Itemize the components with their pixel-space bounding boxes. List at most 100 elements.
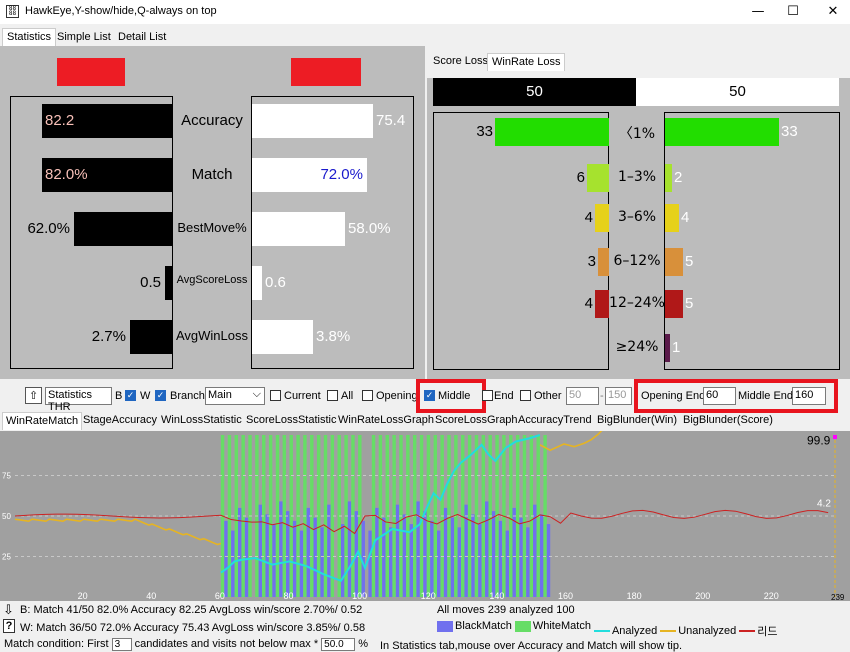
black-loss-count-4: 4 bbox=[584, 295, 593, 312]
legend-item-2: Analyzed bbox=[593, 624, 658, 637]
match-bar-111 bbox=[395, 504, 400, 597]
opening-checkbox[interactable] bbox=[362, 389, 373, 401]
white-loss-count-2: 4 bbox=[681, 209, 690, 226]
match-bar-155 bbox=[546, 524, 551, 597]
chart-tab-0[interactable]: WinRateMatch bbox=[2, 412, 83, 430]
match-bar-139 bbox=[491, 511, 496, 597]
x-tick-60: 60 bbox=[215, 591, 225, 601]
legend-swatch-4 bbox=[739, 629, 756, 632]
black-value-1: 82.0% bbox=[45, 166, 88, 183]
opening-end-field[interactable]: 60 bbox=[703, 387, 736, 405]
middle-checkbox[interactable]: ✓ bbox=[424, 389, 435, 401]
metric-label-2: BestMove% bbox=[177, 220, 247, 235]
match-bar-153 bbox=[539, 514, 544, 597]
chart-tab-1[interactable]: StageAccuracy bbox=[80, 412, 160, 430]
black-summary: B: Match 41/50 82.0% Accuracy 82.25 AvgL… bbox=[20, 604, 363, 616]
black-bar-4 bbox=[130, 320, 173, 354]
match-bar-107 bbox=[382, 517, 386, 597]
chart-tab-2[interactable]: WinLossStatistic bbox=[158, 412, 245, 430]
match-condition: Match condition: First 3 candidates and … bbox=[4, 638, 368, 651]
white-bar-0 bbox=[252, 104, 373, 138]
y-tick-50: 50 bbox=[2, 512, 11, 521]
loss-range-label-2: 3–6% bbox=[617, 209, 657, 225]
x-tick-80: 80 bbox=[283, 591, 293, 601]
match-bar-135 bbox=[478, 524, 482, 597]
other-from-field[interactable]: 50 bbox=[566, 387, 599, 405]
black-loss-bar-4 bbox=[595, 290, 609, 318]
chart-tab-4[interactable]: WinRateLossGraph bbox=[335, 412, 437, 430]
legend-item-1: WhiteMatch bbox=[514, 620, 591, 632]
end-checkbox[interactable] bbox=[482, 389, 493, 401]
match-bar-149 bbox=[526, 527, 530, 597]
last-lead-value: 4.2 bbox=[817, 498, 831, 509]
match-bar-113 bbox=[402, 514, 407, 597]
black-loss-bar-2 bbox=[595, 204, 609, 232]
white-loss-count-4: 5 bbox=[685, 295, 694, 312]
white-loss-bar-1 bbox=[665, 164, 672, 192]
white-loss-column bbox=[664, 112, 840, 370]
white-bar-3 bbox=[252, 266, 262, 300]
white-loss-bar-4 bbox=[665, 290, 683, 318]
up-arrow-icon[interactable]: ⇧ bbox=[25, 387, 42, 404]
tab-simple-list[interactable]: Simple List bbox=[52, 28, 116, 46]
legend-item-0: BlackMatch bbox=[437, 620, 512, 632]
white-summary: W: Match 36/50 72.0% Accuracy 75.43 AvgL… bbox=[20, 622, 366, 634]
x-tick-220: 220 bbox=[764, 591, 779, 601]
current-label: Current bbox=[284, 390, 321, 402]
visits-label: candidates and visits not below max * bbox=[134, 638, 319, 650]
other-checkbox[interactable] bbox=[520, 389, 531, 401]
white-total: 50 bbox=[636, 78, 839, 106]
match-bar-61 bbox=[224, 520, 228, 597]
opening-end-label: Opening End bbox=[641, 390, 706, 402]
tab-score-loss[interactable]: Score Loss bbox=[429, 53, 492, 71]
legend-label-2: Analyzed bbox=[611, 624, 658, 637]
percent-label: % bbox=[358, 638, 369, 650]
match-bar-129 bbox=[457, 527, 462, 597]
help-icon[interactable]: ? bbox=[3, 619, 15, 633]
candidates-field[interactable]: 3 bbox=[111, 638, 132, 651]
match-bar-95 bbox=[340, 524, 345, 597]
tab-winrate-loss[interactable]: WinRate Loss bbox=[487, 53, 566, 71]
chart-tab-3[interactable]: ScoreLossStatistic bbox=[243, 412, 339, 430]
visits-percent-field[interactable]: 50.0 bbox=[321, 638, 356, 651]
x-tick-20: 20 bbox=[78, 591, 88, 601]
legend-item-3: Unanalyzed bbox=[660, 625, 736, 637]
chart-tab-5[interactable]: ScoreLossGraph bbox=[432, 412, 521, 430]
black-total: 50 bbox=[433, 78, 636, 106]
white-value-4: 3.8% bbox=[316, 328, 351, 345]
metric-label-3: AvgScoreLoss bbox=[176, 274, 248, 286]
b-checkbox[interactable]: ✓ bbox=[125, 389, 136, 401]
down-arrow-icon[interactable]: ⇩ bbox=[3, 603, 14, 618]
w-label: W bbox=[140, 390, 151, 402]
statistics-thr-field[interactable]: Statistics THR bbox=[45, 387, 112, 413]
black-loss-bar-1 bbox=[587, 164, 609, 192]
w-checkbox[interactable]: ✓ bbox=[155, 389, 166, 401]
current-checkbox[interactable] bbox=[270, 389, 281, 401]
white-loss-bar-0 bbox=[665, 118, 779, 146]
other-to-field[interactable]: 150 bbox=[605, 387, 632, 405]
unanalyzed-line-opening bbox=[14, 518, 222, 546]
white-loss-bar-5 bbox=[665, 334, 670, 362]
branch-select[interactable]: Main ⌵ bbox=[205, 387, 265, 405]
match-bar-90 bbox=[323, 435, 328, 597]
chart-tab-8[interactable]: BigBlunder(Score) bbox=[680, 412, 776, 430]
match-bar-62 bbox=[227, 435, 232, 597]
match-bar-81 bbox=[292, 520, 297, 597]
legend-swatch-2 bbox=[593, 629, 610, 632]
x-tick-200: 200 bbox=[695, 591, 710, 601]
chart-tab-6[interactable]: AccuracyTrend bbox=[515, 412, 595, 430]
last-analyzed-value: 99.9 bbox=[807, 434, 831, 448]
match-bar-75 bbox=[272, 524, 276, 597]
tab-detail-list[interactable]: Detail List bbox=[113, 28, 171, 46]
match-bar-121 bbox=[430, 520, 434, 597]
tab-statistics[interactable]: Statistics bbox=[2, 28, 57, 46]
match-bar-76 bbox=[275, 435, 280, 597]
legend-label-1: WhiteMatch bbox=[532, 620, 591, 632]
match-bar-85 bbox=[306, 507, 311, 597]
winrate-loss-panel: 50 50 33 33 〈1% 6 2 1–3% 4 4 3–6% 3 5 6–12% 4 5 12–24%… bbox=[427, 78, 850, 379]
all-checkbox[interactable] bbox=[327, 389, 338, 401]
chart-tab-7[interactable]: BigBlunder(Win) bbox=[594, 412, 680, 430]
middle-end-field[interactable]: 160 bbox=[792, 387, 826, 405]
white-bar-4 bbox=[252, 320, 313, 354]
close-button[interactable]: ✕ bbox=[810, 0, 850, 24]
